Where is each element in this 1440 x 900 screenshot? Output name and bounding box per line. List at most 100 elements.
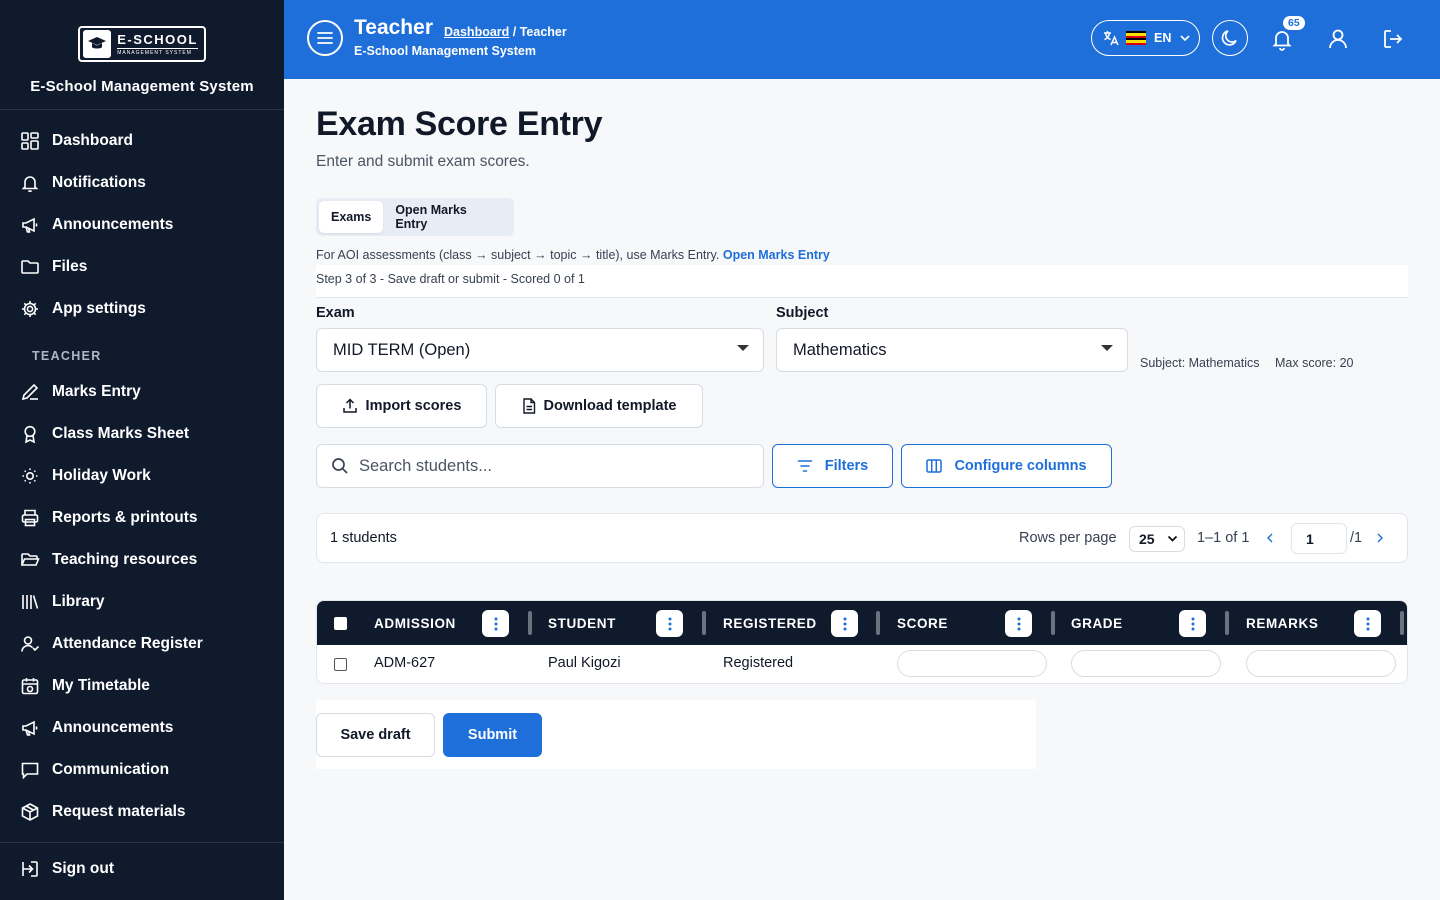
column-menu-button-student[interactable] <box>656 610 683 637</box>
exam-select[interactable]: MID TERM (Open) <box>316 328 764 372</box>
gear-icon <box>22 301 38 317</box>
sidebar-item-announcements[interactable]: Announcements <box>0 204 284 246</box>
column-resize-handle[interactable] <box>876 611 880 635</box>
logo-text: E-SCHOOL <box>117 31 198 49</box>
column-header-remarks[interactable]: REMARKS <box>1246 601 1318 645</box>
step-text: Step 3 of 3 - Save draft or submit - Sco… <box>316 272 585 286</box>
profile-button[interactable] <box>1326 27 1350 56</box>
kebab-icon <box>1191 617 1194 630</box>
column-resize-handle[interactable] <box>702 611 706 635</box>
sidebar-item-class-marks-sheet[interactable]: Class Marks Sheet <box>0 413 284 455</box>
sidebar-item-my-timetable[interactable]: My Timetable <box>0 665 284 707</box>
student-search[interactable] <box>316 444 764 488</box>
kebab-icon <box>1017 617 1020 630</box>
column-resize-handle[interactable] <box>528 611 532 635</box>
column-resize-handle[interactable] <box>1400 611 1404 635</box>
column-menu-button-score[interactable] <box>1005 610 1032 637</box>
breadcrumb-dashboard-link[interactable]: Dashboard <box>444 25 509 39</box>
sidebar-item-marks-entry[interactable]: Marks Entry <box>0 371 284 413</box>
kebab-icon <box>843 617 846 630</box>
language-selector[interactable]: EN <box>1091 20 1200 56</box>
sidebar-item-reports-printouts[interactable]: Reports & printouts <box>0 497 284 539</box>
printer-icon <box>21 509 39 527</box>
kebab-icon <box>668 617 671 630</box>
megaphone-icon <box>22 217 38 233</box>
package-icon <box>21 803 39 821</box>
page-number-input[interactable]: 1 <box>1291 523 1347 554</box>
sidebar-item-attendance-register[interactable]: Attendance Register <box>0 623 284 665</box>
column-menu-button-remarks[interactable] <box>1354 610 1381 637</box>
kebab-icon <box>1366 617 1369 630</box>
save-draft-button[interactable]: Save draft <box>316 713 435 757</box>
tab-open-marks-entry[interactable]: Open Marks Entry <box>383 201 511 233</box>
sidebar-item-dashboard[interactable]: Dashboard <box>0 120 284 162</box>
sidebar-item-label: Dashboard <box>52 132 133 149</box>
theme-toggle-button[interactable] <box>1212 20 1248 56</box>
page-range: 1–1 of 1 <box>1197 530 1250 546</box>
sidebar-footer: Sign out <box>0 842 284 890</box>
logout-icon <box>1384 30 1403 48</box>
page-subtitle: Enter and submit exam scores. <box>316 153 530 170</box>
sidebar-item-files[interactable]: Files <box>0 246 284 288</box>
sign-out-icon <box>22 861 38 877</box>
logout-button[interactable] <box>1381 27 1405 56</box>
remarks-input[interactable] <box>1246 650 1396 677</box>
sidebar-item-library[interactable]: Library <box>0 581 284 623</box>
sidebar-item-request-materials[interactable]: Request materials <box>0 791 284 833</box>
sidebar-item-label: Announcements <box>52 216 174 233</box>
sidebar-item-notifications[interactable]: Notifications <box>0 162 284 204</box>
table-header: ADMISSION STUDENT REGISTERED SCORE GRADE… <box>317 601 1407 645</box>
submit-button[interactable]: Submit <box>443 713 542 757</box>
sidebar-item-label: My Timetable <box>52 677 150 694</box>
notifications-button[interactable] <box>1270 27 1294 56</box>
column-header-student[interactable]: STUDENT <box>548 601 616 645</box>
exam-select-value: MID TERM (Open) <box>333 340 471 359</box>
sidebar-item-communication[interactable]: Communication <box>0 749 284 791</box>
column-header-grade[interactable]: GRADE <box>1071 601 1123 645</box>
column-menu-button-grade[interactable] <box>1179 610 1206 637</box>
import-scores-button[interactable]: Import scores <box>316 384 487 428</box>
rows-per-page-select[interactable]: 25 <box>1129 526 1185 552</box>
column-resize-handle[interactable] <box>1051 611 1055 635</box>
score-input[interactable] <box>897 650 1047 677</box>
mode-tabs: Exams Open Marks Entry <box>316 198 514 236</box>
menu-toggle-button[interactable] <box>307 20 343 56</box>
column-header-registered[interactable]: REGISTERED <box>723 601 817 645</box>
logo-area: E-SCHOOL MANAGEMENT SYSTEM E-School Mana… <box>0 0 284 110</box>
column-resize-handle[interactable] <box>1225 611 1229 635</box>
tab-exams[interactable]: Exams <box>319 201 384 233</box>
download-template-label: Download template <box>543 398 677 414</box>
column-menu-button-admission[interactable] <box>482 610 509 637</box>
select-all-checkbox[interactable] <box>334 617 347 630</box>
dashboard-icon <box>21 132 39 150</box>
column-menu-button-registered[interactable] <box>831 610 858 637</box>
next-page-button[interactable] <box>1375 531 1385 549</box>
column-header-admission[interactable]: ADMISSION <box>374 601 456 645</box>
open-marks-entry-link[interactable]: Open Marks Entry <box>723 248 830 262</box>
sidebar-section-teacher: TEACHER <box>32 349 102 363</box>
header-title: Teacher <box>354 16 433 39</box>
sidebar-item-label: Holiday Work <box>52 467 151 484</box>
breadcrumb-current: / Teacher <box>512 25 567 39</box>
filters-button[interactable]: Filters <box>772 444 893 488</box>
column-header-score[interactable]: SCORE <box>897 601 948 645</box>
sidebar-item-label: Attendance Register <box>52 635 203 652</box>
sidebar-item-teaching-resources[interactable]: Teaching resources <box>0 539 284 581</box>
grade-input[interactable] <box>1071 650 1221 677</box>
configure-columns-button[interactable]: Configure columns <box>901 444 1112 488</box>
previous-page-button[interactable] <box>1265 531 1275 549</box>
subject-select[interactable]: Mathematics <box>776 328 1128 372</box>
download-template-button[interactable]: Download template <box>495 384 703 428</box>
sidebar-item-app-settings[interactable]: App settings <box>0 288 284 330</box>
row-checkbox[interactable] <box>334 658 347 671</box>
sidebar-item-teacher-announcements[interactable]: Announcements <box>0 707 284 749</box>
search-input[interactable] <box>359 456 739 476</box>
sign-out-button[interactable]: Sign out <box>0 848 284 890</box>
chevron-down-icon <box>1167 535 1178 542</box>
search-icon <box>332 458 348 474</box>
exam-label: Exam <box>316 305 355 321</box>
caret-down-icon <box>1101 345 1113 351</box>
action-bar: Save draft Submit <box>316 700 1036 769</box>
subject-select-value: Mathematics <box>793 340 887 359</box>
sidebar-item-holiday-work[interactable]: Holiday Work <box>0 455 284 497</box>
